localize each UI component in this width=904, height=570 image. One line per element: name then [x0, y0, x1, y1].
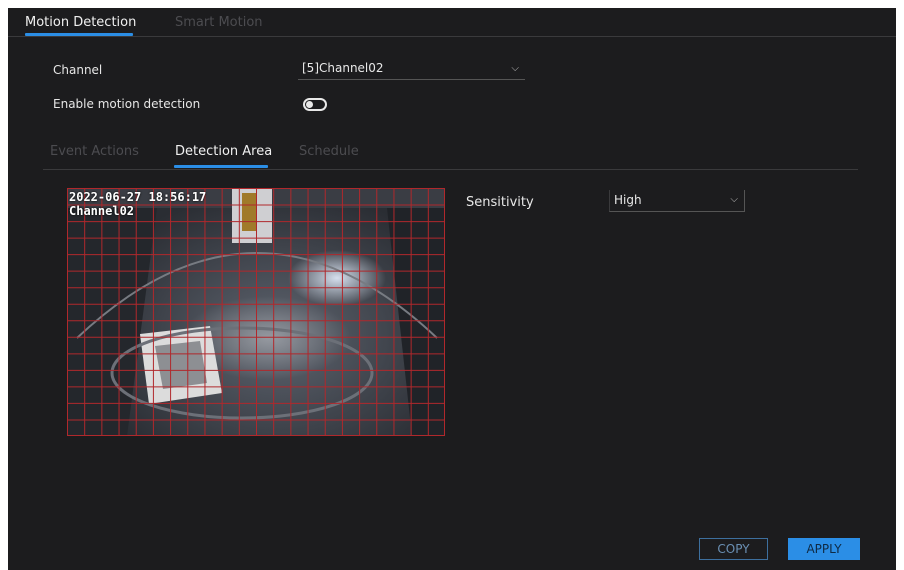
- sensitivity-select[interactable]: High ⌵: [609, 190, 745, 212]
- enable-motion-toggle[interactable]: [303, 98, 327, 111]
- chevron-down-icon: ⌵: [511, 63, 519, 74]
- osd-channel-name: Channel02: [69, 204, 135, 218]
- copy-button[interactable]: COPY: [699, 538, 768, 560]
- chevron-down-icon: ⌵: [730, 194, 738, 205]
- sensitivity-label: Sensitivity: [466, 195, 534, 210]
- tab-event-actions[interactable]: Event Actions: [50, 144, 139, 159]
- enable-motion-label: Enable motion detection: [53, 97, 201, 111]
- apply-button[interactable]: APPLY: [788, 538, 860, 560]
- osd-timestamp: 2022-06-27 18:56:17: [69, 190, 207, 204]
- camera-preview[interactable]: 2022-06-27 18:56:17 Channel02: [67, 188, 445, 436]
- tab-motion-detection[interactable]: Motion Detection: [25, 15, 136, 30]
- channel-select[interactable]: [5]Channel02 ⌵: [298, 59, 525, 80]
- sensitivity-select-value: High: [614, 193, 642, 207]
- channel-select-value: [5]Channel02: [302, 61, 384, 75]
- tab-detection-area[interactable]: Detection Area: [175, 144, 272, 159]
- toggle-knob: [306, 101, 313, 108]
- sub-tabs-divider: [43, 169, 858, 170]
- detection-grid[interactable]: [67, 188, 445, 436]
- channel-label: Channel: [53, 63, 103, 77]
- motion-detection-panel: Motion Detection Smart Motion Channel [5…: [8, 8, 896, 570]
- tab-schedule[interactable]: Schedule: [299, 144, 359, 159]
- tab-detection-area-underline: [174, 165, 268, 168]
- top-tabs-divider: [8, 36, 896, 37]
- tab-smart-motion[interactable]: Smart Motion: [175, 15, 263, 30]
